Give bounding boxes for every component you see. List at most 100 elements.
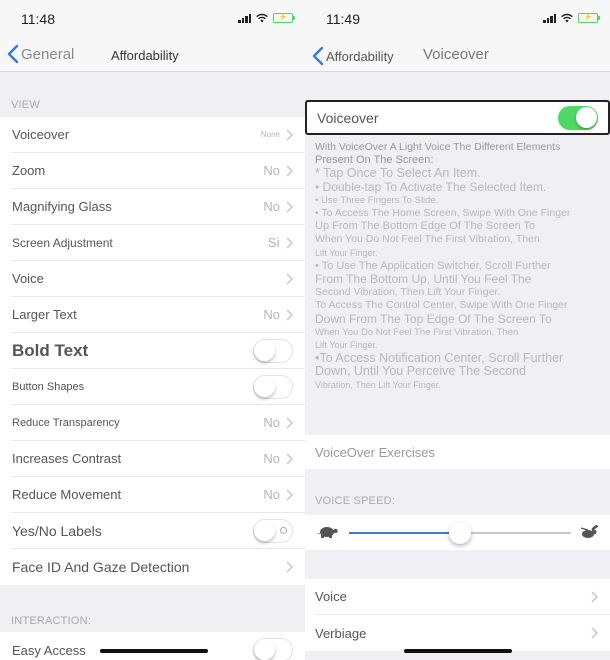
hare-icon [580, 525, 598, 538]
back-button[interactable]: General [6, 44, 74, 64]
settings-row[interactable]: Reduce Transparency No [12, 405, 305, 441]
chevron-right-icon [591, 591, 598, 602]
chevron-right-icon [286, 453, 293, 464]
settings-row[interactable]: Reduce Movement No [12, 477, 305, 513]
status-time: 11:48 [21, 11, 55, 27]
back-label: Affordability [326, 48, 394, 64]
chevron-right-icon [286, 237, 293, 248]
description-line: When You Do Not Feel The First Vibration… [315, 233, 540, 246]
voiceover-exercises-row[interactable]: VoiceOver Exercises [315, 435, 610, 469]
row-label: Magnifying Glass [12, 199, 112, 214]
row-label: Verbiage [315, 625, 367, 641]
row-label: Reduce Movement [12, 487, 122, 502]
voice-speed-slider[interactable] [349, 522, 571, 544]
settings-row[interactable]: Increases Contrast No [12, 441, 305, 477]
description-line: Down From The Top Edge Of The Screen To [315, 311, 552, 326]
row-value: No [263, 415, 280, 430]
battery-icon: ⚡ [273, 13, 295, 23]
settings-row[interactable]: Zoom No [12, 153, 305, 189]
toggle-switch[interactable] [253, 374, 293, 399]
description-line: When You Do Not Feel The First Vibration… [315, 326, 519, 338]
row-label: Zoom [12, 163, 46, 178]
settings-row[interactable]: Yes/No Labels [12, 513, 305, 549]
voiceover-exercises-group: VoiceOver Exercises [305, 435, 610, 469]
description-line: From The Bottom Up, Until You Feel The [315, 272, 532, 287]
voiceover-label: Voiceover [317, 109, 379, 126]
row-value: No [263, 487, 280, 502]
description-line: Second Vibration, Then Lift Your Finger. [315, 286, 501, 299]
description-line: Vibration, Then Lift Your Finger. [315, 379, 441, 390]
description-line: * Tap Once To Select An Item. [315, 166, 481, 181]
description-line: To Access The Control Center, Swipe With… [315, 299, 568, 312]
chevron-left-icon [7, 44, 19, 64]
home-indicator[interactable] [404, 649, 512, 653]
toggle-switch[interactable] [253, 338, 293, 363]
settings-row[interactable]: Voiceover None [12, 117, 305, 153]
view-settings-group: Voiceover None Zoom No Magnifying Glass No Scr… [0, 117, 305, 585]
settings-row[interactable]: Voice [12, 261, 305, 297]
section-header-voice-speed: VOICE SPEED: [315, 495, 396, 507]
row-label: Bold Text [12, 340, 89, 360]
back-button[interactable]: Affordability [311, 46, 394, 66]
slider-thumb[interactable] [449, 522, 471, 544]
chevron-right-icon [286, 273, 293, 284]
row-label: Voiceover [12, 127, 70, 142]
wifi-icon [561, 13, 573, 23]
row-label: Voice [12, 271, 44, 286]
row-label: Easy Access [12, 642, 86, 658]
description-line: • Use Three Fingers To Slide. [315, 194, 439, 206]
toggle-knob [254, 639, 275, 660]
description-line: Lift Your Finger. [315, 247, 378, 258]
row-value: No [263, 199, 280, 214]
row-label: Increases Contrast [12, 451, 122, 466]
voiceover-screen: 11:49 ⚡ Affordability Voiceover Voiceove… [305, 0, 610, 660]
section-header-interaction: INTERACTION: [11, 615, 92, 627]
status-bar: 11:49 ⚡ [305, 0, 610, 38]
accessibility-screen: 11:48 ⚡ General Affordability VIEW Voice… [0, 0, 305, 660]
settings-row[interactable]: Button Shapes [12, 369, 305, 405]
toggle-knob [254, 339, 275, 361]
row-label: Screen Adjustment [12, 235, 113, 250]
voice-speed-slider-row [305, 515, 610, 550]
settings-row[interactable]: Face ID And Gaze Detection [12, 549, 305, 585]
battery-icon: ⚡ [578, 13, 600, 23]
row-label: Button Shapes [12, 380, 85, 393]
off-label-icon [280, 526, 287, 534]
page-title: Affordability [111, 48, 179, 63]
description-line: Up From The Bottom Edge Of The Screen To [315, 220, 536, 233]
status-bar: 11:48 ⚡ [0, 0, 305, 38]
row-label: Larger Text [12, 307, 77, 322]
description-line: • To Access The Home Screen, Swipe With … [315, 207, 571, 220]
chevron-right-icon [286, 489, 293, 500]
back-label: General [21, 45, 75, 63]
section-header-view: VIEW [11, 99, 40, 111]
settings-row[interactable]: Easy Access [12, 632, 305, 660]
settings-row[interactable]: Voice [315, 579, 610, 615]
settings-row[interactable]: Screen Adjustment Sì [12, 225, 305, 261]
navigation-bar: Affordability Voiceover [305, 38, 610, 72]
chevron-right-icon [286, 309, 293, 320]
toggle-switch[interactable] [253, 638, 293, 660]
chevron-right-icon [286, 417, 293, 428]
home-indicator[interactable] [100, 649, 208, 653]
interaction-settings-group: Easy Access [0, 632, 305, 660]
chevron-right-icon [286, 201, 293, 212]
description-line: • Double-tap To Activate The Selected It… [315, 179, 547, 194]
toggle-switch[interactable] [253, 518, 293, 543]
chevron-right-icon [286, 561, 293, 573]
settings-row[interactable]: Verbiage [315, 615, 610, 651]
settings-row[interactable]: Larger Text No [12, 297, 305, 333]
row-value: No [263, 451, 280, 466]
row-value: None [260, 130, 280, 139]
voiceover-toggle[interactable] [558, 106, 598, 130]
chevron-right-icon [591, 627, 598, 639]
settings-row[interactable]: Magnifying Glass No [12, 189, 305, 225]
row-label: Reduce Transparency [12, 416, 120, 429]
description-line: With VoiceOver A Light Voice The Differe… [315, 141, 561, 153]
voiceover-exercises-label: VoiceOver Exercises [315, 444, 435, 460]
chevron-right-icon [286, 165, 293, 176]
wifi-icon [256, 13, 268, 23]
toggle-knob [254, 519, 275, 541]
cellular-signal-icon [543, 13, 556, 23]
settings-row[interactable]: Bold Text [12, 333, 305, 369]
